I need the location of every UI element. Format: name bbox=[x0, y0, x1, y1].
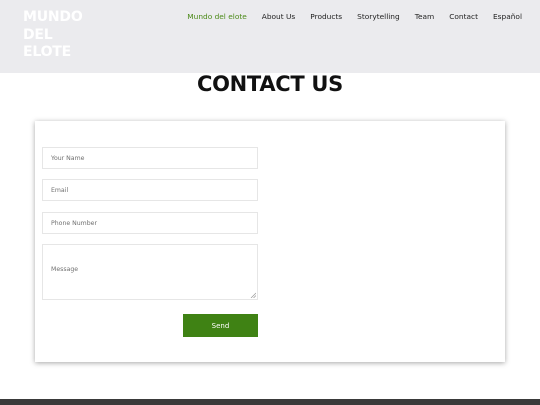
name-input[interactable] bbox=[42, 147, 258, 169]
footer-bar bbox=[0, 399, 540, 405]
logo-line-3: ELOTE bbox=[23, 44, 72, 60]
main-nav: Mundo del elote About Us Products Storyt… bbox=[180, 12, 522, 21]
logo-line-2: DEL bbox=[23, 26, 53, 43]
message-textarea[interactable] bbox=[42, 244, 258, 300]
nav-item-team[interactable]: Team bbox=[407, 12, 442, 21]
nav-item-mundo-del-elote[interactable]: Mundo del elote bbox=[180, 12, 255, 21]
nav-item-espanol[interactable]: Español bbox=[486, 12, 522, 21]
nav-item-about-us[interactable]: About Us bbox=[254, 12, 302, 21]
send-button[interactable]: Send bbox=[183, 314, 258, 337]
contact-form-card: Send bbox=[35, 121, 505, 362]
phone-input[interactable] bbox=[42, 212, 258, 234]
site-logo[interactable]: MUNDO DEL ELOTE bbox=[23, 9, 103, 62]
nav-item-products[interactable]: Products bbox=[303, 12, 350, 21]
site-header: MUNDO DEL ELOTE Mundo del elote About Us… bbox=[0, 0, 540, 73]
email-input[interactable] bbox=[42, 179, 258, 201]
resize-grip-icon[interactable] bbox=[250, 292, 256, 298]
nav-item-contact[interactable]: Contact bbox=[442, 12, 486, 21]
page-title: CONTACT US bbox=[196, 72, 343, 96]
logo-line-1: MUNDO bbox=[23, 9, 83, 25]
nav-item-storytelling[interactable]: Storytelling bbox=[350, 12, 408, 21]
